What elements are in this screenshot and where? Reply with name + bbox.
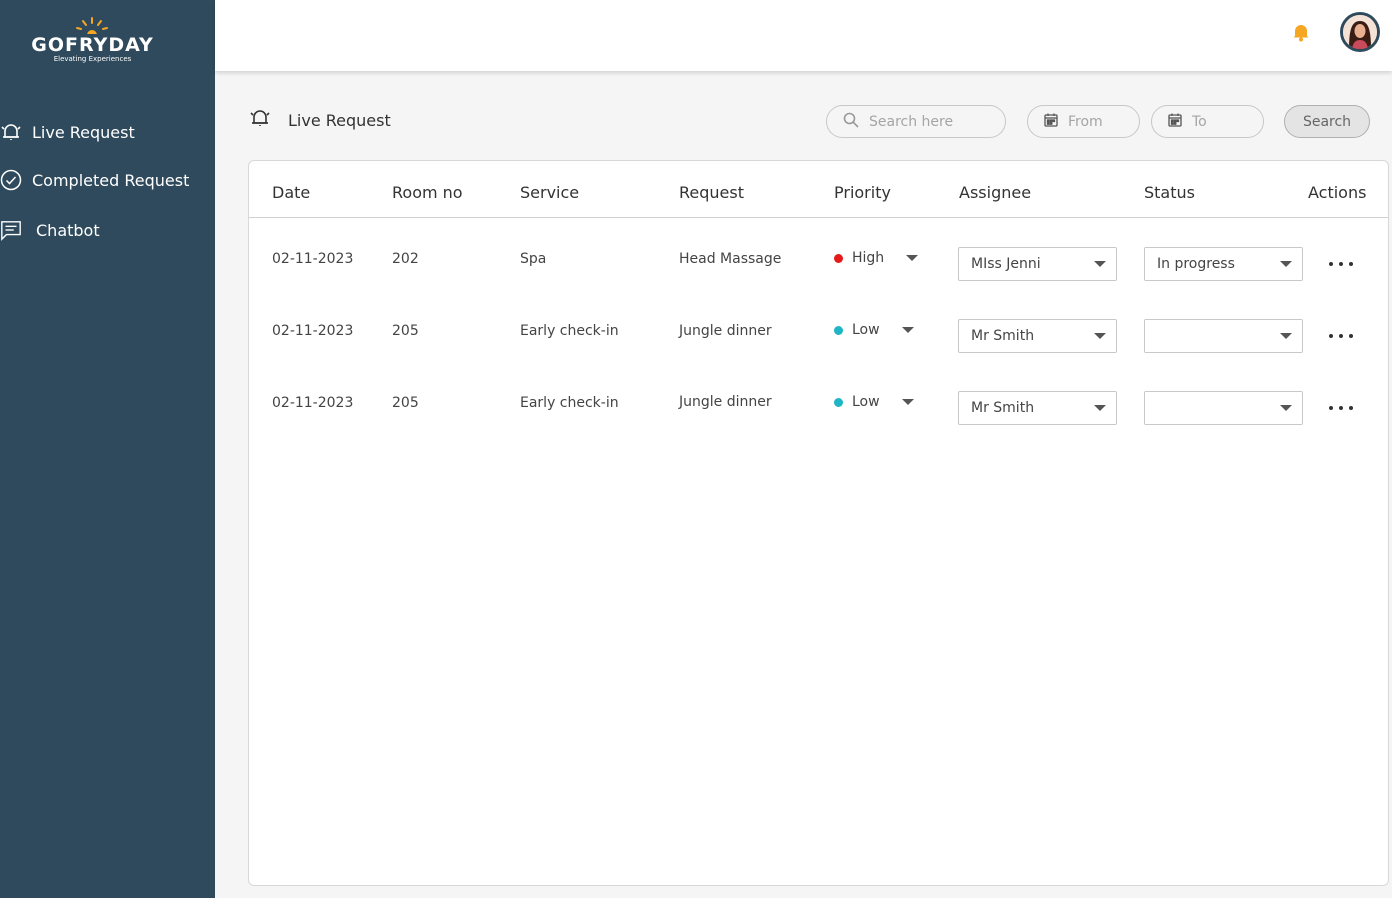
- cell-service: Early check-in: [520, 395, 619, 411]
- assignee-value: Mr Smith: [971, 328, 1035, 344]
- to-date-input[interactable]: [1192, 113, 1252, 130]
- to-date-field[interactable]: [1151, 105, 1264, 138]
- priority-label: Low: [852, 394, 880, 410]
- priority-low-dot: [834, 325, 843, 335]
- cell-room: 205: [392, 323, 419, 339]
- assignee-value: MIss Jenni: [971, 256, 1041, 272]
- search-button[interactable]: Search: [1284, 105, 1370, 138]
- column-header-room: Room no: [392, 183, 463, 202]
- column-header-date: Date: [272, 183, 311, 202]
- priority-low-dot: [834, 397, 843, 407]
- requests-table: Date Room no Service Request Priority As…: [248, 160, 1389, 886]
- chevron-down-icon: [1280, 405, 1292, 411]
- column-header-service: Service: [520, 183, 580, 202]
- calendar-icon: [1168, 113, 1182, 131]
- chevron-down-icon: [901, 327, 914, 333]
- brand-name: GOFRYDAY: [31, 34, 154, 56]
- sidebar-item-label: Completed Request: [32, 170, 190, 190]
- user-avatar[interactable]: [1340, 12, 1380, 52]
- status-select[interactable]: [1144, 391, 1303, 425]
- cell-date: 02-11-2023: [272, 323, 354, 339]
- sidebar-item-label: Chatbot: [36, 220, 100, 240]
- assignee-value: Mr Smith: [971, 400, 1035, 416]
- assignee-select[interactable]: MIss Jenni: [958, 247, 1117, 281]
- bell-alarm-icon: [248, 106, 272, 134]
- priority-label: High: [852, 250, 885, 266]
- priority-label: Low: [852, 322, 880, 338]
- priority-dropdown[interactable]: Low: [834, 394, 914, 410]
- column-header-request: Request: [679, 183, 744, 202]
- chevron-down-icon: [1094, 261, 1106, 267]
- cell-service: Early check-in: [520, 323, 619, 339]
- check-circle-icon: [0, 169, 22, 191]
- chevron-down-icon: [901, 399, 914, 405]
- top-bar: [215, 0, 1392, 71]
- sidebar-item-completed-request[interactable]: Completed Request: [0, 169, 189, 191]
- chevron-down-icon: [1280, 333, 1292, 339]
- column-header-priority: Priority: [834, 183, 891, 202]
- cell-room: 205: [392, 395, 419, 411]
- status-select[interactable]: In progress: [1144, 247, 1303, 281]
- sun-logo-icon: [20, 16, 165, 40]
- chevron-down-icon: [1280, 261, 1292, 267]
- search-field[interactable]: [826, 105, 1006, 138]
- priority-high-dot: [834, 253, 843, 263]
- bell-alarm-icon: [0, 121, 22, 143]
- status-value: In progress: [1157, 256, 1235, 272]
- more-actions-icon[interactable]: [1329, 329, 1353, 343]
- sidebar-item-label: Live Request: [32, 122, 135, 142]
- cell-request: Jungle dinner: [679, 394, 772, 410]
- page-header: Live Request: [248, 106, 391, 134]
- column-header-assignee: Assignee: [959, 183, 1032, 202]
- chevron-down-icon: [1094, 333, 1106, 339]
- search-icon: [843, 112, 859, 132]
- chevron-down-icon: [1094, 405, 1106, 411]
- cell-request: Jungle dinner: [679, 323, 772, 339]
- page-title: Live Request: [288, 110, 391, 130]
- priority-dropdown[interactable]: High: [834, 250, 919, 266]
- from-date-input[interactable]: [1068, 113, 1128, 130]
- cell-date: 02-11-2023: [272, 395, 354, 411]
- notification-bell-icon[interactable]: [1291, 22, 1311, 42]
- assignee-select[interactable]: Mr Smith: [958, 319, 1117, 353]
- column-header-actions: Actions: [1308, 183, 1367, 202]
- more-actions-icon[interactable]: [1329, 257, 1353, 271]
- priority-dropdown[interactable]: Low: [834, 322, 914, 338]
- cell-request: Head Massage: [679, 251, 782, 267]
- brand-tagline: Elevating Experiences: [53, 55, 132, 63]
- cell-date: 02-11-2023: [272, 251, 354, 267]
- cell-room: 202: [392, 251, 419, 267]
- sidebar: GOFRYDAY Elevating Experiences Live Requ…: [0, 0, 215, 898]
- column-header-status: Status: [1144, 183, 1195, 202]
- chevron-down-icon: [906, 255, 919, 261]
- sidebar-item-live-request[interactable]: Live Request: [0, 121, 135, 143]
- cell-service: Spa: [520, 251, 547, 267]
- more-actions-icon[interactable]: [1329, 401, 1353, 415]
- sidebar-item-chatbot[interactable]: Chatbot: [0, 219, 100, 241]
- status-select[interactable]: [1144, 319, 1303, 353]
- brand-logo[interactable]: GOFRYDAY Elevating Experiences: [20, 16, 165, 63]
- search-input[interactable]: [869, 113, 989, 130]
- header-divider: [249, 217, 1388, 218]
- chat-icon: [0, 219, 22, 241]
- from-date-field[interactable]: [1027, 105, 1140, 138]
- assignee-select[interactable]: Mr Smith: [958, 391, 1117, 425]
- calendar-icon: [1044, 113, 1058, 131]
